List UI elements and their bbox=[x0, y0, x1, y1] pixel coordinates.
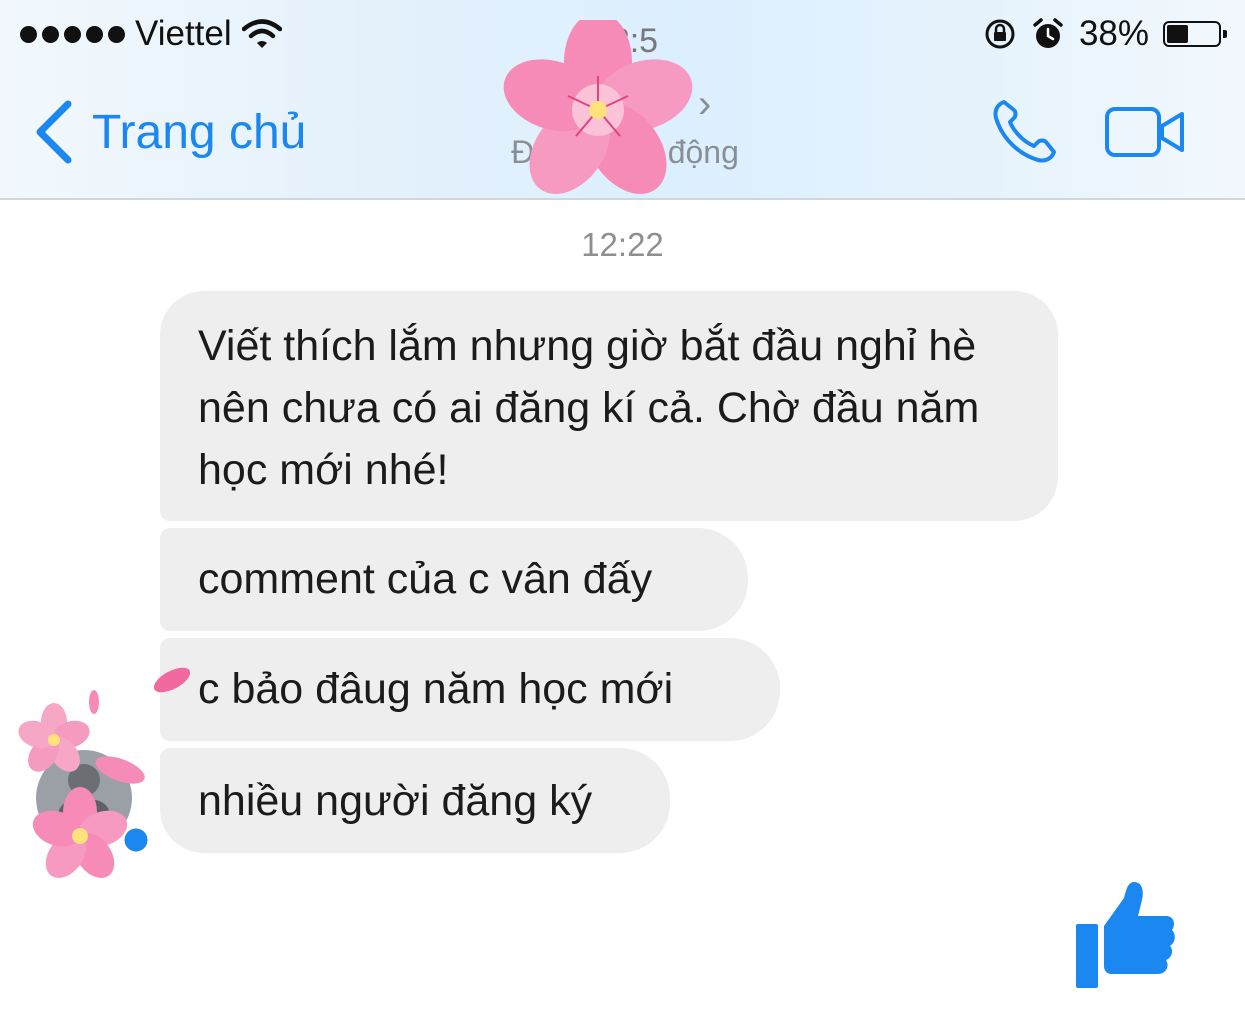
phone-icon[interactable] bbox=[990, 98, 1060, 166]
signal-dots-icon bbox=[20, 25, 125, 43]
battery-percent: 38% bbox=[1078, 14, 1149, 53]
chat-header: Viettel 38% Trang chủ 12:5 › Đang hoạt đ… bbox=[0, 0, 1245, 200]
alarm-icon bbox=[1033, 18, 1063, 48]
message-bubble[interactable]: nhiều người đăng ký bbox=[160, 748, 670, 853]
message-bubble[interactable]: comment của c vân đấy bbox=[160, 528, 748, 631]
back-button[interactable]: Trang chủ bbox=[34, 100, 306, 164]
message-bubble[interactable]: Viết thích lắm nhưng giờ bắt đầu nghỉ hè… bbox=[160, 291, 1058, 521]
carrier-name: Viettel bbox=[135, 14, 232, 53]
flower-sticker-icon bbox=[503, 20, 693, 194]
back-label: Trang chủ bbox=[92, 105, 307, 159]
back-chevron-icon bbox=[36, 100, 72, 164]
rotation-lock-icon bbox=[985, 19, 1015, 49]
petal-icon bbox=[153, 667, 191, 693]
thumbs-up-icon[interactable] bbox=[1072, 880, 1178, 990]
wifi-icon bbox=[241, 19, 282, 48]
video-camera-icon[interactable] bbox=[1104, 106, 1186, 158]
battery-icon bbox=[1163, 21, 1227, 47]
status-bar-left: Viettel bbox=[20, 14, 282, 54]
status-bar-right: 38% bbox=[983, 14, 1227, 54]
avatar[interactable] bbox=[14, 688, 164, 888]
message-bubble[interactable]: c bảo đâug năm học mới bbox=[160, 638, 780, 741]
message-timestamp: 12:22 bbox=[581, 226, 664, 263]
